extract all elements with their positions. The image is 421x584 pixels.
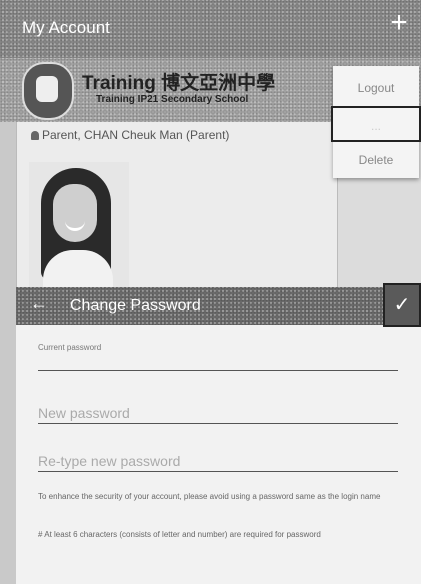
current-password-underline — [38, 370, 398, 371]
current-password-label: Current password — [38, 343, 102, 352]
menu-item-delete[interactable]: Delete — [333, 142, 419, 178]
current-password-field[interactable]: Current password — [38, 343, 398, 371]
person-icon — [31, 131, 39, 140]
overflow-menu: Logout ... Delete — [331, 66, 421, 178]
app-toolbar: My Account + — [0, 0, 421, 58]
retype-password-underline — [38, 471, 398, 472]
menu-item-logout[interactable]: Logout — [333, 70, 419, 106]
avatar — [29, 162, 129, 290]
retype-password-field[interactable]: Re-type new password — [38, 453, 398, 472]
retype-password-input[interactable]: Re-type new password — [38, 453, 398, 469]
user-name: Parent, CHAN Cheuk Man (Parent) — [42, 128, 230, 142]
back-arrow-icon[interactable]: ← — [30, 293, 48, 314]
page-title: My Account — [22, 18, 110, 37]
new-password-underline — [38, 423, 398, 424]
plus-icon[interactable]: + — [385, 8, 413, 38]
security-note: To enhance the security of your account,… — [38, 492, 381, 501]
school-name-chinese: Training 博文亞洲中學 — [82, 73, 276, 94]
dialog-title: Change Password — [70, 297, 201, 314]
new-password-input[interactable]: New password — [38, 405, 398, 421]
change-password-dialog: ← Change Password ✓ Current password New… — [16, 283, 421, 584]
requirement-note: # At least 6 characters (consists of let… — [38, 530, 321, 539]
confirm-check-icon[interactable]: ✓ — [383, 283, 421, 327]
school-crest-icon — [22, 62, 74, 120]
school-name-english: Training IP21 Secondary School — [96, 94, 249, 105]
profile-card: Parent, CHAN Cheuk Man (Parent) — [16, 122, 338, 290]
menu-item-change-password[interactable]: ... — [331, 106, 421, 142]
new-password-field[interactable]: New password — [38, 405, 398, 424]
dialog-header: ← Change Password ✓ — [16, 283, 421, 327]
user-line: Parent, CHAN Cheuk Man (Parent) — [31, 128, 229, 142]
